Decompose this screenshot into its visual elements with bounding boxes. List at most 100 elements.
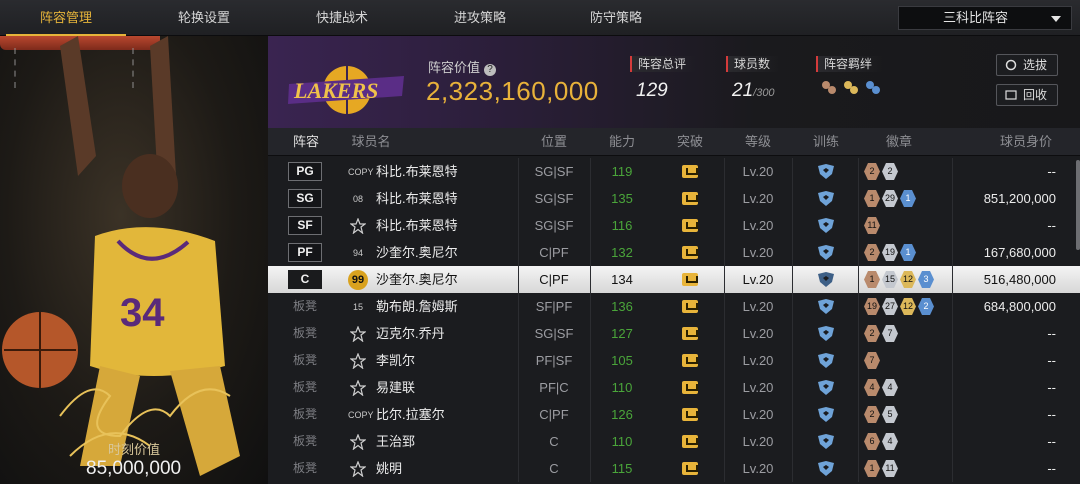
breakthrough-crown-icon[interactable] bbox=[682, 165, 698, 178]
badge-silver-icon[interactable]: 5 bbox=[882, 406, 898, 423]
training-shield-icon[interactable] bbox=[816, 164, 836, 179]
breakthrough-crown-icon[interactable] bbox=[682, 246, 698, 259]
col-player-name[interactable]: 球员名 bbox=[346, 128, 396, 156]
col-player-value[interactable]: 球员身价 bbox=[986, 128, 1066, 156]
player-name[interactable]: 沙奎尔.奥尼尔 bbox=[376, 239, 458, 266]
bond-gold-icon[interactable] bbox=[842, 78, 860, 96]
training-shield-icon[interactable] bbox=[816, 353, 836, 368]
badge-blue-icon[interactable]: 1 bbox=[900, 244, 916, 261]
player-name[interactable]: 科比.布莱恩特 bbox=[376, 158, 458, 185]
training-shield-icon[interactable] bbox=[816, 299, 836, 314]
badge-bronze-icon[interactable]: 1 bbox=[864, 460, 880, 477]
breakthrough-crown-icon[interactable] bbox=[682, 462, 698, 475]
position-slot[interactable]: PF bbox=[288, 243, 322, 262]
player-name[interactable]: 沙奎尔.奥尼尔 bbox=[376, 266, 458, 293]
col-breakthrough[interactable]: 突破 bbox=[662, 128, 718, 156]
player-name[interactable]: 李凯尔 bbox=[376, 347, 415, 374]
table-row[interactable]: PF 94 沙奎尔.奥尼尔 C|PF 132 Lv.20 2 19 1 167,680,000 bbox=[268, 239, 1080, 266]
training-shield-icon[interactable] bbox=[816, 407, 836, 422]
badge-gold-icon[interactable]: 12 bbox=[900, 271, 916, 288]
bench-label[interactable]: 板凳 bbox=[288, 455, 322, 482]
badge-bronze-icon[interactable]: 4 bbox=[864, 379, 880, 396]
breakthrough-crown-icon[interactable] bbox=[682, 327, 698, 340]
badge-silver-icon[interactable]: 2 bbox=[882, 163, 898, 180]
bench-label[interactable]: 板凳 bbox=[288, 374, 322, 401]
col-position[interactable]: 位置 bbox=[524, 128, 584, 156]
badge-gold-icon[interactable]: 12 bbox=[900, 298, 916, 315]
training-shield-icon[interactable] bbox=[816, 326, 836, 341]
player-name[interactable]: 比尔.拉塞尔 bbox=[376, 401, 445, 428]
tab-lineup-management[interactable]: 阵容管理 bbox=[6, 0, 126, 36]
badge-silver-icon[interactable]: 27 bbox=[882, 298, 898, 315]
tab-defense-strategy[interactable]: 防守策略 bbox=[556, 0, 676, 36]
badge-silver-icon[interactable]: 11 bbox=[882, 460, 898, 477]
badge-silver-icon[interactable]: 19 bbox=[882, 244, 898, 261]
badge-silver-icon[interactable]: 4 bbox=[882, 433, 898, 450]
training-shield-icon[interactable] bbox=[816, 191, 836, 206]
player-name[interactable]: 王治郅 bbox=[376, 428, 415, 455]
col-level[interactable]: 等级 bbox=[730, 128, 786, 156]
player-name[interactable]: 科比.布莱恩特 bbox=[376, 185, 458, 212]
training-shield-icon[interactable] bbox=[816, 218, 836, 233]
table-row[interactable]: 板凳 姚明 C 115 Lv.20 1 11 -- bbox=[268, 455, 1080, 482]
tab-quick-tactics[interactable]: 快捷战术 bbox=[282, 0, 402, 36]
bench-label[interactable]: 板凳 bbox=[288, 293, 322, 320]
badge-silver-icon[interactable]: 15 bbox=[882, 271, 898, 288]
table-row[interactable]: 板凳 15 勒布朗.詹姆斯 SF|PF 136 Lv.20 19 27 12 2 684,800,0… bbox=[268, 293, 1080, 320]
badge-bronze-icon[interactable]: 19 bbox=[864, 298, 880, 315]
badge-bronze-icon[interactable]: 2 bbox=[864, 244, 880, 261]
badge-bronze-icon[interactable]: 6 bbox=[864, 433, 880, 450]
table-row[interactable]: 板凳 李凯尔 PF|SF 105 Lv.20 7 -- bbox=[268, 347, 1080, 374]
badge-bronze-icon[interactable]: 11 bbox=[864, 217, 880, 234]
table-row[interactable]: 板凳 COPY 比尔.拉塞尔 C|PF 126 Lv.20 2 5 -- bbox=[268, 401, 1080, 428]
badge-silver-icon[interactable]: 7 bbox=[882, 325, 898, 342]
select-button[interactable]: 选拔 bbox=[996, 54, 1058, 76]
training-shield-icon[interactable] bbox=[816, 434, 836, 449]
position-slot[interactable]: SF bbox=[288, 216, 322, 235]
training-shield-icon[interactable] bbox=[816, 272, 836, 287]
col-ability[interactable]: 能力 bbox=[594, 128, 650, 156]
table-row[interactable]: 板凳 王治郅 C 110 Lv.20 6 4 -- bbox=[268, 428, 1080, 455]
recycle-button[interactable]: 回收 bbox=[996, 84, 1058, 106]
training-shield-icon[interactable] bbox=[816, 461, 836, 476]
player-name[interactable]: 易建联 bbox=[376, 374, 415, 401]
help-icon[interactable]: ? bbox=[484, 64, 497, 76]
badge-bronze-icon[interactable]: 1 bbox=[864, 190, 880, 207]
training-shield-icon[interactable] bbox=[816, 245, 836, 260]
badge-bronze-icon[interactable]: 2 bbox=[864, 163, 880, 180]
badge-blue-icon[interactable]: 3 bbox=[918, 271, 934, 288]
player-name[interactable]: 科比.布莱恩特 bbox=[376, 212, 458, 239]
tab-offense-strategy[interactable]: 进攻策略 bbox=[420, 0, 540, 36]
breakthrough-crown-icon[interactable] bbox=[682, 354, 698, 367]
table-row[interactable]: PG COPY 科比.布莱恩特 SG|SF 119 Lv.20 2 2 -- bbox=[268, 158, 1080, 185]
table-row[interactable]: 板凳 易建联 PF|C 110 Lv.20 4 4 -- bbox=[268, 374, 1080, 401]
badge-bronze-icon[interactable]: 2 bbox=[864, 325, 880, 342]
badge-silver-icon[interactable]: 4 bbox=[882, 379, 898, 396]
breakthrough-crown-icon[interactable] bbox=[682, 192, 698, 205]
breakthrough-crown-icon[interactable] bbox=[682, 219, 698, 232]
position-slot[interactable]: SG bbox=[288, 189, 322, 208]
player-name[interactable]: 勒布朗.詹姆斯 bbox=[376, 293, 458, 320]
player-name[interactable]: 迈克尔.乔丹 bbox=[376, 320, 445, 347]
bench-label[interactable]: 板凳 bbox=[288, 401, 322, 428]
table-row[interactable]: SG 08 科比.布莱恩特 SG|SF 135 Lv.20 1 29 1 851,200,000 bbox=[268, 185, 1080, 212]
col-badges[interactable]: 徽章 bbox=[864, 128, 934, 156]
bench-label[interactable]: 板凳 bbox=[288, 347, 322, 374]
badge-silver-icon[interactable]: 29 bbox=[882, 190, 898, 207]
breakthrough-crown-icon[interactable] bbox=[682, 435, 698, 448]
col-lineup[interactable]: 阵容 bbox=[284, 128, 328, 156]
breakthrough-crown-icon[interactable] bbox=[682, 381, 698, 394]
player-card[interactable]: 34 时刻价值 85,000,000 bbox=[0, 36, 268, 484]
position-slot[interactable]: C bbox=[288, 270, 322, 289]
breakthrough-crown-icon[interactable] bbox=[682, 408, 698, 421]
position-slot[interactable]: PG bbox=[288, 162, 322, 181]
badge-blue-icon[interactable]: 1 bbox=[900, 190, 916, 207]
table-row[interactable]: C 99 沙奎尔.奥尼尔 C|PF 134 Lv.20 1 15 12 3 516,480,000 bbox=[268, 266, 1080, 293]
badge-bronze-icon[interactable]: 7 bbox=[864, 352, 880, 369]
player-name[interactable]: 姚明 bbox=[376, 455, 402, 482]
bench-label[interactable]: 板凳 bbox=[288, 428, 322, 455]
table-scrollbar[interactable] bbox=[1076, 160, 1080, 250]
table-row[interactable]: 板凳 迈克尔.乔丹 SG|SF 127 Lv.20 2 7 -- bbox=[268, 320, 1080, 347]
bench-label[interactable]: 板凳 bbox=[288, 320, 322, 347]
badge-bronze-icon[interactable]: 2 bbox=[864, 406, 880, 423]
